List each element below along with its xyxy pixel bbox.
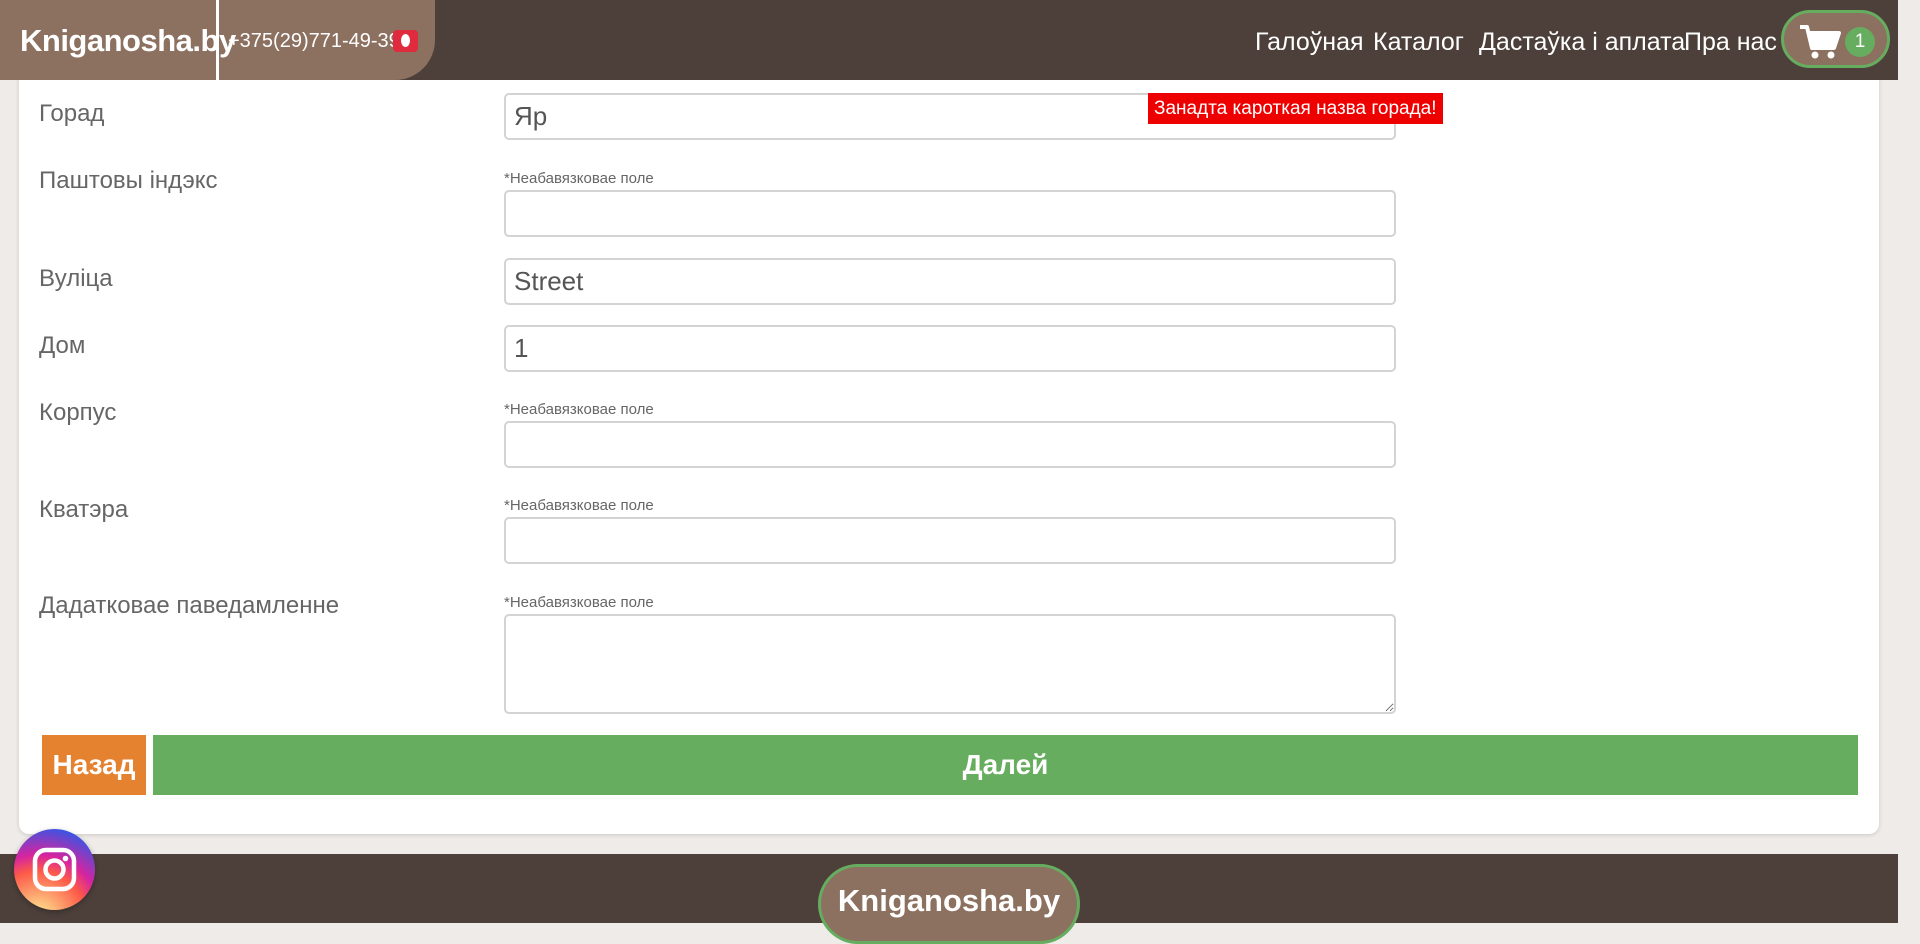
back-button[interactable]: Назад [42,735,146,795]
site-logo[interactable]: Kniganosha.by [20,0,236,80]
postal-code-label: Паштовы індэкс [39,167,218,194]
message-textarea[interactable] [504,614,1396,714]
cart-icon [1800,25,1841,59]
logo-divider [216,0,219,80]
city-error-message: Занадта кароткая назва горада! [1148,93,1443,124]
house-label: Дом [39,332,86,359]
house-input[interactable] [504,325,1396,372]
city-label: Горад [39,100,105,127]
postal-code-optional-hint: *Неабавязковае поле [504,170,654,187]
cart-count-badge: 1 [1845,27,1875,57]
top-navbar: Kniganosha.by +375(29)771-49-39 Галоўная… [0,0,1898,80]
building-input[interactable] [504,421,1396,468]
street-label: Вуліца [39,265,113,292]
footer-logo[interactable]: Kniganosha.by [818,864,1080,944]
message-optional-hint: *Неабавязковае поле [504,594,654,611]
postal-code-input[interactable] [504,190,1396,237]
nav-about[interactable]: Пра нас [1684,0,1777,80]
apartment-label: Кватэра [39,496,129,523]
building-label: Корпус [39,399,117,426]
street-input[interactable] [504,258,1396,305]
nav-catalog[interactable]: Каталог [1373,0,1464,80]
nav-home[interactable]: Галоўная [1255,0,1364,80]
message-label: Дадатковае паведамленне [39,592,340,619]
instagram-button[interactable] [14,829,95,910]
phone-number[interactable]: +375(29)771-49-39 [228,0,400,80]
nav-delivery-payment[interactable]: Дастаўка і аплата [1479,0,1685,80]
building-optional-hint: *Неабавязковае поле [504,401,654,418]
viber-icon[interactable] [393,30,418,52]
apartment-input[interactable] [504,517,1396,564]
cart-button[interactable]: 1 [1781,10,1890,68]
instagram-icon [32,847,77,892]
next-button[interactable]: Далей [153,735,1858,795]
brand-block: Kniganosha.by +375(29)771-49-39 [0,0,435,80]
apartment-optional-hint: *Неабавязковае поле [504,497,654,514]
